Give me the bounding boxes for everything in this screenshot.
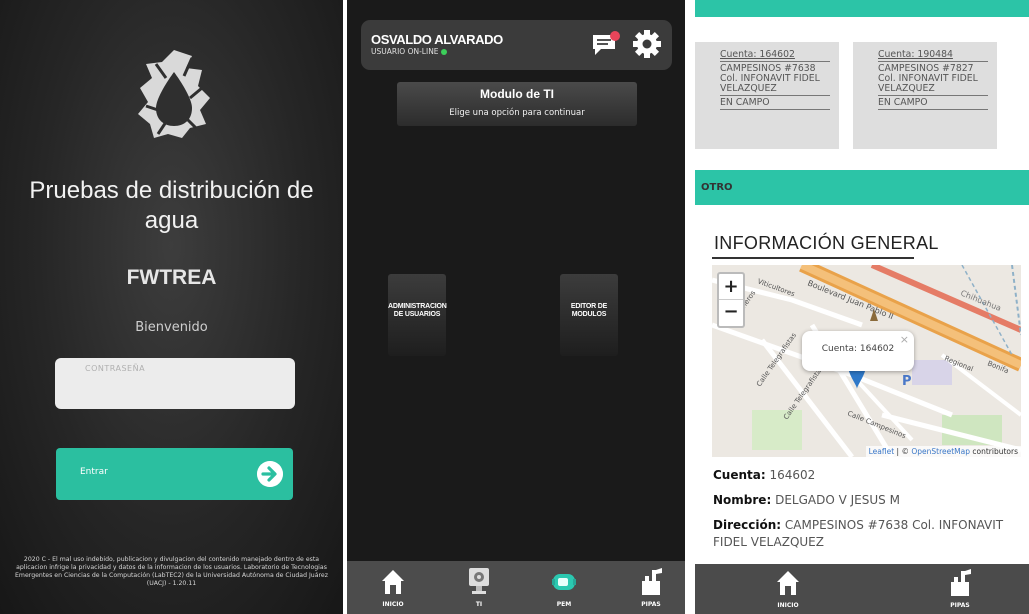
password-field[interactable]: CONTRASEÑA <box>55 358 295 409</box>
account-card[interactable]: Cuenta: 190484 CAMPESINOS #7827 Col. INF… <box>853 42 997 149</box>
field-nombre: Nombre: DELGADO V JESUS M <box>713 492 1028 509</box>
zoom-control: + − <box>717 272 745 328</box>
field-direccion: Dirección: CAMPESINOS #7638 Col. INFONAV… <box>713 517 1028 551</box>
attribution-separator: | © <box>894 447 912 456</box>
section-otro[interactable]: OTRO <box>695 170 1029 205</box>
nav-ti-label: TI <box>475 601 483 608</box>
popup-account: Cuenta: 164602 <box>821 344 895 354</box>
welcome-text: Bienvenido <box>135 320 208 335</box>
module-title: Modulo de TI <box>480 87 554 101</box>
account-detail-screen: Cuenta: 164602 CAMPESINOS #7638 Col. INF… <box>688 0 1029 614</box>
nav-pipas[interactable]: PIPAS <box>940 564 980 614</box>
online-dot-icon <box>440 49 447 55</box>
card-divider <box>720 95 830 96</box>
enter-button[interactable]: Entrar <box>56 448 293 500</box>
login-screen: Pruebas de distribución de agua FWTREA B… <box>0 0 343 614</box>
module-subtitle: Elige una opción para continuar <box>449 108 585 118</box>
legal-footer: 2020 C - El mal uso indebido, publicacio… <box>15 556 328 587</box>
nav-inicio-label: INICIO <box>382 601 404 608</box>
module-menu-screen: OSVALDO ALVARADO USUARIO ON-LINE Modulo … <box>347 0 685 614</box>
bottom-nav: INICIO PIPAS <box>695 564 1029 614</box>
field-label: Cuenta: <box>713 468 766 482</box>
nav-pem[interactable]: PEM <box>544 561 584 614</box>
user-status: USUARIO ON-LINE <box>371 47 447 56</box>
home-icon <box>777 571 799 595</box>
computer-icon <box>469 568 489 594</box>
card-divider <box>878 95 988 96</box>
card-status: EN CAMPO <box>878 97 928 108</box>
card-account: Cuenta: 190484 <box>878 49 953 60</box>
meter-icon <box>552 574 576 590</box>
module-editor-tile[interactable]: EDITOR DE MODULOS <box>560 274 618 356</box>
user-status-text: USUARIO ON-LINE <box>371 47 439 56</box>
card-status: EN CAMPO <box>720 97 770 108</box>
home-icon <box>382 570 404 594</box>
field-cuenta: Cuenta: 164602 <box>713 467 1028 484</box>
nav-inicio[interactable]: INICIO <box>373 561 413 614</box>
map-view[interactable]: Boulevard Juan Pablo II Chihuahua Calle … <box>712 265 1021 457</box>
brand-name: FWTREA <box>126 266 217 289</box>
water-tank-icon <box>642 568 662 595</box>
nav-inicio-label: INICIO <box>777 602 799 609</box>
enter-button-label: Entrar <box>80 467 108 477</box>
zoom-in-button[interactable]: + <box>719 274 743 300</box>
card-divider <box>720 61 830 62</box>
chat-notification-icon[interactable] <box>591 31 621 57</box>
attribution-text: contributors <box>970 447 1018 456</box>
field-label: Nombre: <box>713 493 772 507</box>
account-card[interactable]: Cuenta: 164602 CAMPESINOS #7638 Col. INF… <box>695 42 839 149</box>
card-divider <box>878 61 988 62</box>
nav-pipas-label: PIPAS <box>950 602 970 609</box>
nav-ti[interactable]: TI <box>459 561 499 614</box>
app-title: Pruebas de distribución de agua <box>29 177 314 234</box>
leaflet-link[interactable]: Leaflet <box>869 447 895 456</box>
map-popup: Cuenta: 164602 × <box>802 331 914 371</box>
card-divider <box>878 109 988 110</box>
card-address: CAMPESINOS #7638 Col. INFONAVIT FIDEL VE… <box>720 63 820 94</box>
bottom-nav: INICIO TI PEM PIPAS <box>347 561 685 614</box>
field-value: 164602 <box>769 468 816 482</box>
field-label: Dirección: <box>713 518 782 532</box>
water-drop-logo-icon <box>138 50 210 138</box>
user-header: OSVALDO ALVARADO USUARIO ON-LINE <box>361 20 672 70</box>
nav-pipas-label: PIPAS <box>641 601 661 608</box>
nav-pipas[interactable]: PIPAS <box>631 561 671 614</box>
user-name: OSVALDO ALVARADO <box>371 32 503 47</box>
zoom-out-button[interactable]: − <box>719 300 743 326</box>
map-attribution: Leaflet | © OpenStreetMap contributors <box>865 446 1021 457</box>
info-title-underline <box>712 257 914 259</box>
nav-inicio[interactable]: INICIO <box>768 564 808 614</box>
module-banner: Modulo de TI Elige una opción para conti… <box>397 82 637 126</box>
card-account: Cuenta: 164602 <box>720 49 795 60</box>
info-title: INFORMACIÓN GENERAL <box>714 233 939 253</box>
water-tank-icon <box>951 569 971 596</box>
nav-pem-label: PEM <box>556 601 572 608</box>
gear-icon[interactable] <box>632 29 662 59</box>
parking-label: P <box>902 374 912 389</box>
popup-close-icon[interactable]: × <box>900 333 909 346</box>
top-section-bar <box>695 0 1029 17</box>
field-value: DELGADO V JESUS M <box>775 493 900 507</box>
card-address: CAMPESINOS #7827 Col. INFONAVIT FIDEL VE… <box>878 63 978 94</box>
admin-users-tile[interactable]: ADMINISTRACION DE USUARIOS <box>388 274 447 356</box>
osm-link[interactable]: OpenStreetMap <box>911 447 970 456</box>
arrow-right-icon <box>257 461 283 487</box>
card-divider <box>720 109 830 110</box>
password-placeholder: CONTRASEÑA <box>85 364 146 373</box>
